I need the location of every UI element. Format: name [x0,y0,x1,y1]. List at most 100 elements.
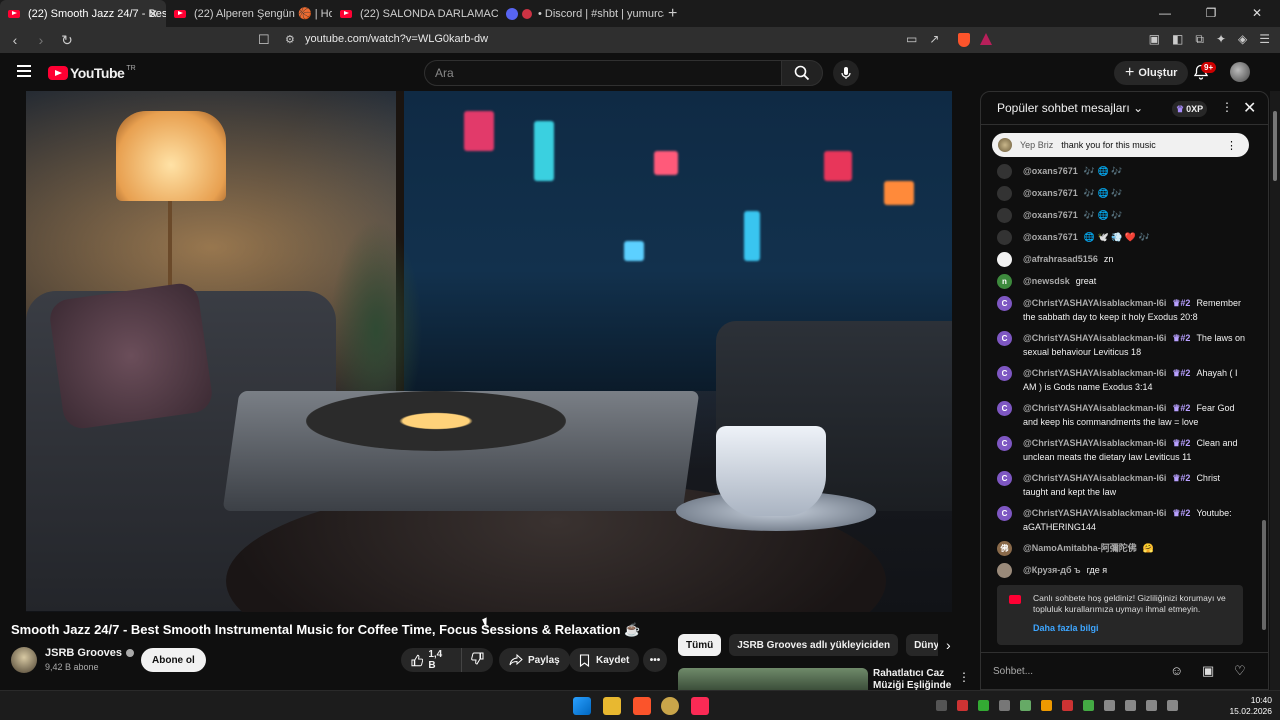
chip-from-uploader[interactable]: JSRB Grooves adlı yükleyiciden [729,634,899,656]
chat-author-avatar[interactable] [997,563,1012,578]
wallet-icon[interactable]: ▣ [1149,32,1160,47]
hamburger-menu-icon[interactable] [17,65,31,80]
emoji-icon[interactable]: ☺ [1170,663,1183,678]
close-tab-icon[interactable]: ✕ [148,7,158,21]
chat-author-avatar[interactable]: n [997,274,1012,289]
browser-tab-2[interactable]: (22) Alperen Şengün 🏀 | Houston Ro [166,0,332,27]
close-window-icon[interactable]: ✕ [1234,0,1280,27]
url-field[interactable]: youtube.com/watch?v=WLG0karb-dw [305,33,488,45]
heart-icon[interactable]: ♡ [1234,663,1246,679]
brave-shield-icon[interactable] [958,33,970,47]
chat-author-name[interactable]: @oxans7671 [1023,210,1078,220]
tray-icon[interactable] [936,700,947,711]
chat-author-avatar[interactable]: C [997,331,1012,346]
create-button[interactable]: + Oluştur [1114,61,1189,85]
pinned-message[interactable]: Yep Briz thank you for this music ⋮ [992,133,1249,157]
chat-author-avatar[interactable] [997,230,1012,245]
restore-icon[interactable]: ❐ [1188,0,1234,27]
chip-world-news[interactable]: Dünya Haber [906,634,938,656]
share-page-icon[interactable]: ↗ [929,32,939,46]
new-tab-button[interactable]: + [668,5,677,23]
chat-message[interactable]: C @ChristYASHAYAisablackman-l6i ♛#2 The law… [997,331,1247,359]
tray-icon[interactable] [978,700,989,711]
back-icon[interactable]: ‹ [4,32,26,48]
more-info-link[interactable]: Daha fazla bilgi [1033,623,1233,634]
chat-message[interactable]: @oxans7671 🌐 🕊️ 💨 ❤️ 🎶 [997,230,1247,245]
chat-message[interactable]: 佛 @NamoAmitabha-阿彌陀佛 🤗 [997,541,1247,556]
more-actions-button[interactable]: ••• [643,648,667,672]
subscribe-button[interactable]: Abone ol [141,648,206,672]
leo-icon[interactable]: ✦ [1216,32,1226,47]
chat-message[interactable]: @afrahrasad5156 zn [997,252,1247,267]
chat-author-name[interactable]: @afrahrasad5156 [1023,254,1098,264]
recommendation-title[interactable]: Rahatlatıcı Caz Müziği Eşliğinde [873,668,953,690]
chat-author-avatar[interactable]: C [997,296,1012,311]
forward-icon[interactable]: › [30,32,52,48]
close-chat-icon[interactable]: ✕ [1243,98,1256,118]
chat-message[interactable]: n @newsdsk great [997,274,1247,289]
chat-message[interactable]: C @ChristYASHAYAisablackman-l6i ♛#2 Christ … [997,471,1247,499]
chat-author-name[interactable]: @oxans7671 [1023,232,1078,242]
browser-tab-1[interactable]: (22) Smooth Jazz 24/7 - Best Smo ✕ [0,0,166,27]
chat-input[interactable] [993,661,1153,681]
voice-search-button[interactable] [833,60,859,86]
recommendation-menu-icon[interactable]: ⋮ [958,670,970,684]
tray-icon[interactable] [1083,700,1094,711]
music-app-icon[interactable] [691,697,709,715]
bookmark-icon[interactable]: ☐ [258,32,270,48]
chat-message[interactable]: C @ChristYASHAYAisablackman-l6i ♛#2 Remembe… [997,296,1247,324]
vpn-icon[interactable]: ◈ [1238,32,1247,47]
channel-avatar[interactable] [11,647,37,673]
channel-name-row[interactable]: JSRB Grooves [45,647,135,659]
site-info-icon[interactable]: ⚙ [285,33,295,46]
chat-message[interactable]: @Крузя-дб ъ где я [997,563,1247,578]
menu-icon[interactable]: ☰ [1259,32,1270,47]
save-button[interactable]: Kaydet [569,648,640,672]
search-button[interactable] [781,60,823,86]
chat-message[interactable]: @oxans7671 🎶 🌐 🎶 [997,164,1247,179]
chat-author-avatar[interactable] [997,164,1012,179]
tray-icon[interactable] [957,700,968,711]
chips-next-arrow-icon[interactable]: › [946,637,951,653]
dislike-button[interactable] [462,652,493,668]
chat-message[interactable]: C @ChristYASHAYAisablackman-l6i ♛#2 Ahayah … [997,366,1247,394]
tray-icon[interactable] [1020,700,1031,711]
like-button[interactable]: 1,4 B [401,648,462,672]
chat-author-avatar[interactable] [997,252,1012,267]
browser-tab-4[interactable]: • Discord | #shbt | yumurcaklar [498,0,664,27]
battery-icon[interactable] [1167,700,1178,711]
brave-rewards-icon[interactable] [980,33,992,45]
points-badge[interactable]: ♛ 0XP [1172,101,1208,117]
chat-author-name[interactable]: @NamoAmitabha-阿彌陀佛 [1023,543,1137,553]
recommendation-thumbnail[interactable] [678,668,868,690]
chat-author-name[interactable]: @ChristYASHAYAisablackman-l6i [1023,473,1166,483]
tray-icon[interactable] [1104,700,1115,711]
file-explorer-icon[interactable] [603,697,621,715]
chat-author-name[interactable]: @Крузя-дб ъ [1023,565,1081,575]
chat-author-name[interactable]: @ChristYASHAYAisablackman-l6i [1023,333,1166,343]
chat-author-avatar[interactable]: C [997,366,1012,381]
chat-author-avatar[interactable] [997,186,1012,201]
tray-icon[interactable] [999,700,1010,711]
tray-icon[interactable] [1041,700,1052,711]
extensions-icon[interactable]: ⧉ [1195,32,1204,47]
app-icon[interactable] [661,697,679,715]
channel-name[interactable]: JSRB Grooves [45,647,122,659]
chat-author-name[interactable]: @ChristYASHAYAisablackman-l6i [1023,438,1166,448]
start-menu-icon[interactable] [573,697,591,715]
chat-author-name[interactable]: @ChristYASHAYAisablackman-l6i [1023,403,1166,413]
chat-author-avatar[interactable]: C [997,471,1012,486]
browser-tab-3[interactable]: (22) SALONDA DARLAMACA - YouTu [332,0,498,27]
chat-author-name[interactable]: @ChristYASHAYAisablackman-l6i [1023,298,1166,308]
chat-author-name[interactable]: @oxans7671 [1023,188,1078,198]
chat-author-name[interactable]: @ChristYASHAYAisablackman-l6i [1023,508,1166,518]
share-button[interactable]: Paylaş [499,648,570,672]
brave-browser-icon[interactable] [633,697,651,715]
volume-icon[interactable] [1146,700,1157,711]
chat-menu-icon[interactable]: ⋮ [1221,100,1233,114]
chat-author-avatar[interactable]: C [997,401,1012,416]
sidebar-icon[interactable]: ◧ [1172,32,1183,47]
chat-author-name[interactable]: @oxans7671 [1023,166,1078,176]
chat-message[interactable]: C @ChristYASHAYAisablackman-l6i ♛#2 Fear Go… [997,401,1247,429]
chat-mode-dropdown[interactable]: Popüler sohbet mesajları ⌄ [997,101,1143,115]
